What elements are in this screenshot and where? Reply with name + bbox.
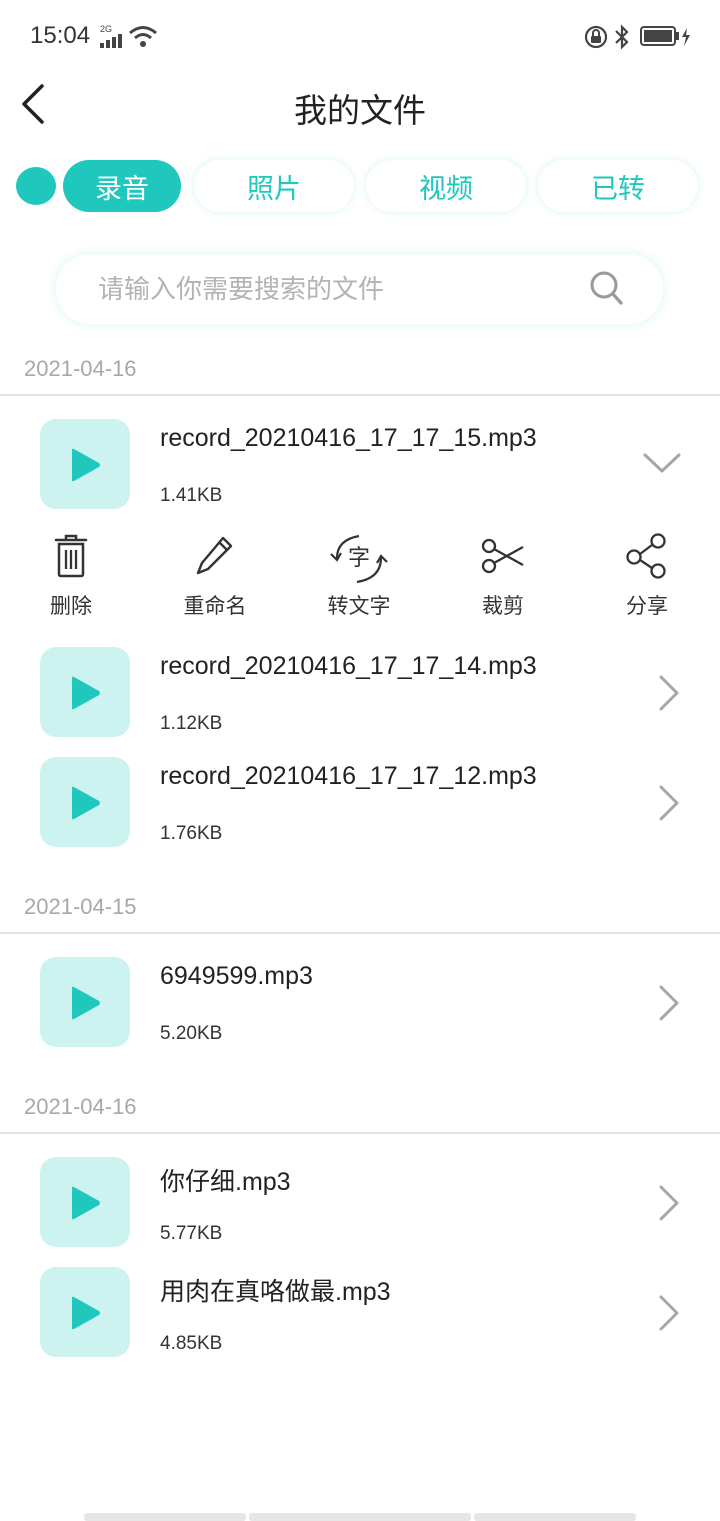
pencil-icon [196,536,233,575]
trash-icon [54,534,88,578]
file-name: 6949599.mp3 [160,962,313,990]
chevron-right-icon[interactable] [652,1294,682,1332]
action-label: 删除 [50,594,92,618]
trim-button[interactable]: 裁剪 [448,532,558,622]
share-icon [626,533,666,579]
chevron-right-icon[interactable] [652,984,682,1022]
tab-recordings[interactable]: 录音 [63,160,181,212]
page-title: 我的文件 [294,91,426,130]
wifi-icon [129,26,157,47]
file-name: record_20210416_17_17_15.mp3 [160,424,537,452]
play-button[interactable] [40,419,130,509]
play-icon [72,986,100,1020]
delete-button[interactable]: 删除 [16,532,126,622]
rename-button[interactable]: 重命名 [160,532,270,622]
tab-indicator-dot [16,167,56,205]
action-label: 重命名 [183,594,247,618]
status-bar: 15:04 2G [0,0,720,72]
play-button[interactable] [40,1267,130,1357]
search-icon[interactable] [589,270,625,308]
file-size: 1.12KB [160,713,223,734]
search-input[interactable] [96,254,560,326]
file-size: 5.77KB [160,1223,223,1244]
action-label: 裁剪 [482,594,524,618]
file-size: 4.85KB [160,1333,223,1354]
play-button[interactable] [40,757,130,847]
chevron-right-icon[interactable] [652,674,682,712]
convert-to-text-button[interactable]: 字 转文字 [304,532,414,622]
status-time: 15:04 [30,22,91,49]
play-button[interactable] [40,957,130,1047]
file-name: 用肉在真咯做最.mp3 [160,1278,391,1306]
play-icon [72,1186,100,1220]
date-header: 2021-04-15 [24,894,137,919]
action-label: 分享 [626,594,668,618]
search-box [56,254,663,326]
battery-icon [640,26,690,46]
lock-rotation-icon [584,25,608,49]
file-name: 你仔细.mp3 [160,1168,291,1196]
play-icon [72,1296,100,1330]
tab-videos[interactable]: 视频 [366,160,526,212]
play-icon [72,676,100,710]
signal-icon [100,34,122,48]
tab-converted[interactable]: 已转 [538,160,698,212]
bluetooth-icon [615,24,629,50]
file-size: 1.41KB [160,485,223,506]
divider [0,394,720,396]
tab-photos[interactable]: 照片 [194,160,354,212]
date-header: 2021-04-16 [24,1094,137,1119]
network-type: 2G [100,24,113,34]
file-name: record_20210416_17_17_14.mp3 [160,652,537,680]
divider [0,932,720,934]
play-icon [72,448,100,482]
share-button[interactable]: 分享 [592,532,702,622]
chevron-right-icon[interactable] [652,784,682,822]
play-button[interactable] [40,647,130,737]
action-label: 转文字 [327,594,391,618]
scissors-icon [481,538,524,574]
play-button[interactable] [40,1157,130,1247]
chevron-down-icon[interactable] [642,450,682,476]
chevron-right-icon[interactable] [652,1184,682,1222]
file-name: record_20210416_17_17_12.mp3 [160,762,537,790]
divider [0,1132,720,1134]
convert-glyph: 字 [348,546,370,571]
date-header: 2021-04-16 [24,356,137,381]
file-size: 5.20KB [160,1023,223,1044]
convert-text-icon: 字 [330,534,388,584]
file-size: 1.76KB [160,823,223,844]
play-icon [72,786,100,820]
